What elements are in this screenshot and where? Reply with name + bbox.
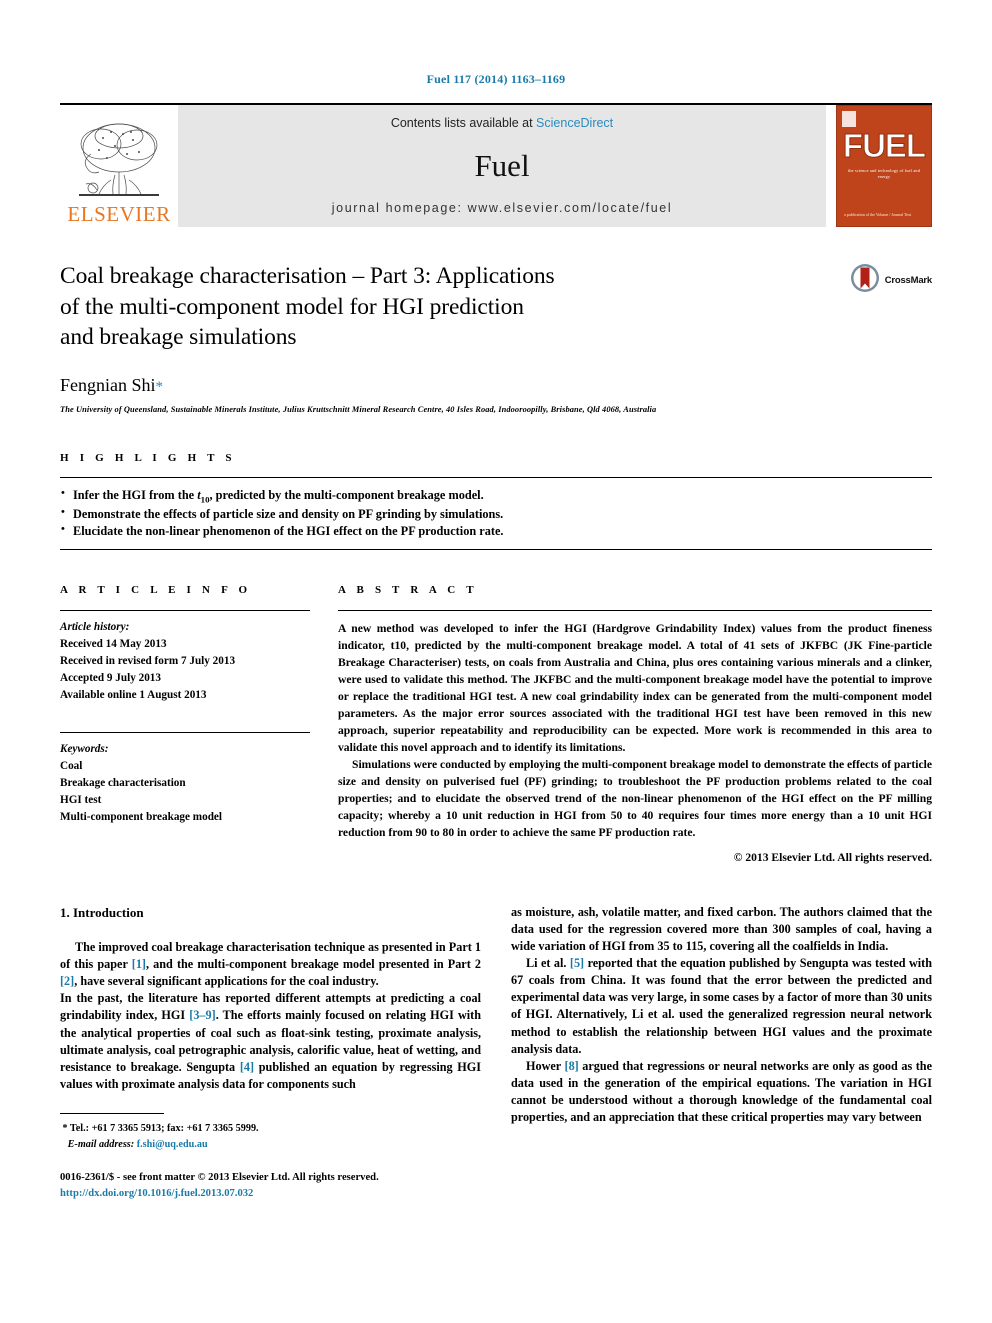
title-line-2: of the multi-component model for HGI pre… <box>60 293 524 320</box>
journal-masthead: ELSEVIER Contents lists available at Sci… <box>60 103 932 227</box>
imprint-block: 0016-2361/$ - see front matter © 2013 El… <box>60 1170 481 1202</box>
title-line-3: and breakage simulations <box>60 324 297 351</box>
journal-homepage-link[interactable]: journal homepage: www.elsevier.com/locat… <box>332 201 672 215</box>
citation-link[interactable]: [5] <box>570 956 584 970</box>
title-text-wrap: Coal breakage characterisation – Part 3:… <box>60 261 836 353</box>
paragraph: as moisture, ash, volatile matter, and f… <box>511 904 932 954</box>
journal-banner: Contents lists available at ScienceDirec… <box>178 105 826 227</box>
paragraph: In the past, the literature has reported… <box>60 990 481 1092</box>
elsevier-tree-icon <box>71 120 167 204</box>
email-link[interactable]: f.shi@uq.edu.au <box>137 1139 208 1150</box>
article-history-block: Article history: Received 14 May 2013 Re… <box>60 611 310 704</box>
abstract-column: A B S T R A C T A new method was develop… <box>338 584 932 864</box>
journal-title: Fuel <box>474 148 530 183</box>
highlights-bottom-rule <box>60 548 932 550</box>
crossmark-label: CrossMark <box>884 275 933 286</box>
abstract-paragraph: A new method was developed to infer the … <box>338 621 932 754</box>
history-item: Accepted 9 July 2013 <box>60 671 161 684</box>
contents-prefix: Contents lists available at <box>390 116 537 130</box>
article-info-column: A R T I C L E I N F O Article history: R… <box>60 584 310 864</box>
keyword-item: Coal <box>60 759 83 772</box>
history-item: Received 14 May 2013 <box>60 637 167 650</box>
paragraph: The improved coal breakage characterisat… <box>60 939 481 990</box>
footnote-block: * Tel.: +61 7 3365 5913; fax: +61 7 3365… <box>60 1121 481 1152</box>
issn-line: 0016-2361/$ - see front matter © 2013 El… <box>60 1171 379 1183</box>
paragraph-text: , have several significant applications … <box>74 974 379 989</box>
abstract-body: A new method was developed to infer the … <box>338 611 932 841</box>
elsevier-logo: ELSEVIER <box>60 105 178 227</box>
list-item: Elucidate the non-linear phenomenon of t… <box>60 522 932 540</box>
paragraph-text: , and the multi-component breakage model… <box>146 957 482 972</box>
abstract-heading: A B S T R A C T <box>338 583 478 596</box>
title-block: Coal breakage characterisation – Part 3:… <box>60 261 932 353</box>
affiliation: The University of Queensland, Sustainabl… <box>60 404 657 414</box>
crossmark-icon <box>850 263 880 298</box>
paragraph: Li et al. [5] reported that the equation… <box>511 955 932 1057</box>
paragraph: Hower [8] argued that regressions or neu… <box>511 1058 932 1126</box>
keyword-item: Breakage characterisation <box>60 776 186 789</box>
keyword-item: HGI test <box>60 793 102 806</box>
body-column-left: 1. Introduction The improved coal breaka… <box>60 904 481 1202</box>
list-item: Demonstrate the effects of particle size… <box>60 505 932 523</box>
info-abstract-row: A R T I C L E I N F O Article history: R… <box>60 584 932 864</box>
cover-subtitle: the science and technology of fuel and e… <box>847 168 920 179</box>
paragraph-text: Li et al. <box>526 956 570 971</box>
footnote-email-line: E-mail address: f.shi@uq.edu.au <box>60 1137 481 1152</box>
history-item: Received in revised form 7 July 2013 <box>60 654 236 667</box>
citation-link[interactable]: [4] <box>240 1060 254 1074</box>
paragraph-text: reported that the equation published by … <box>511 956 932 1056</box>
highlights-list: Infer the HGI from the t10, predicted by… <box>60 478 932 549</box>
footnote-tel-line: * Tel.: +61 7 3365 5913; fax: +61 7 3365… <box>60 1121 481 1137</box>
elsevier-wordmark: ELSEVIER <box>67 202 171 226</box>
title-line-1: Coal breakage characterisation – Part 3:… <box>60 263 555 289</box>
copyright-line: © 2013 Elsevier Ltd. All rights reserved… <box>733 850 932 864</box>
body-columns: 1. Introduction The improved coal breaka… <box>60 904 932 1202</box>
journal-reference: Fuel 117 (2014) 1163–1169 <box>426 72 566 86</box>
list-item: Infer the HGI from the t10, predicted by… <box>60 486 932 506</box>
doi-link[interactable]: http://dx.doi.org/10.1016/j.fuel.2013.07… <box>60 1186 481 1202</box>
citation-link[interactable]: [3–9] <box>189 1008 215 1022</box>
highlights-heading: H I G H L I G H T S <box>60 451 236 464</box>
corresponding-author-marker: * <box>155 378 164 395</box>
abstract-paragraph: Simulations were conducted by employing … <box>338 757 932 839</box>
citation-link[interactable]: [8] <box>565 1059 579 1073</box>
page-title: Coal breakage characterisation – Part 3:… <box>60 261 836 353</box>
article-info-heading: A R T I C L E I N F O <box>60 583 252 596</box>
article-page: Fuel 117 (2014) 1163–1169 ELSEVIER Conte… <box>0 0 992 1323</box>
footnote-marker: * <box>62 1122 68 1134</box>
journal-cover-thumbnail: FUEL the science and technology of fuel … <box>836 105 932 227</box>
cover-title: FUEL <box>842 127 926 164</box>
footnote-rule <box>60 1112 164 1114</box>
citation-link[interactable]: [2] <box>60 974 74 988</box>
section-title-introduction: 1. Introduction <box>60 904 144 920</box>
footnote-tel: Tel.: +61 7 3365 5913; fax: +61 7 3365 5… <box>69 1122 259 1134</box>
keyword-item: Multi-component breakage model <box>60 810 223 823</box>
body-column-right: as moisture, ash, volatile matter, and f… <box>511 904 932 1202</box>
crossmark-badge[interactable]: CrossMark <box>836 261 932 298</box>
email-label: E-mail address: <box>67 1138 135 1150</box>
author-line: Fengnian Shi* <box>60 375 932 396</box>
sciencedirect-link[interactable]: ScienceDirect <box>536 116 613 130</box>
paragraph-text: Hower <box>526 1058 565 1073</box>
cover-footer-text: a publication of the Volume / Journal Te… <box>844 212 912 217</box>
highlights-section: H I G H L I G H T S Infer the HGI from t… <box>60 452 932 550</box>
history-item: Available online 1 August 2013 <box>60 688 207 701</box>
cover-elsevier-mark-icon <box>842 111 856 127</box>
keywords-label: Keywords: <box>60 742 109 755</box>
article-history-label: Article history: <box>60 620 130 633</box>
author-name: Fengnian Shi <box>60 374 156 395</box>
citation-link[interactable]: [1] <box>132 957 146 971</box>
keywords-block: Keywords: Coal Breakage characterisation… <box>60 733 310 826</box>
contents-available-line: Contents lists available at ScienceDirec… <box>391 116 613 130</box>
